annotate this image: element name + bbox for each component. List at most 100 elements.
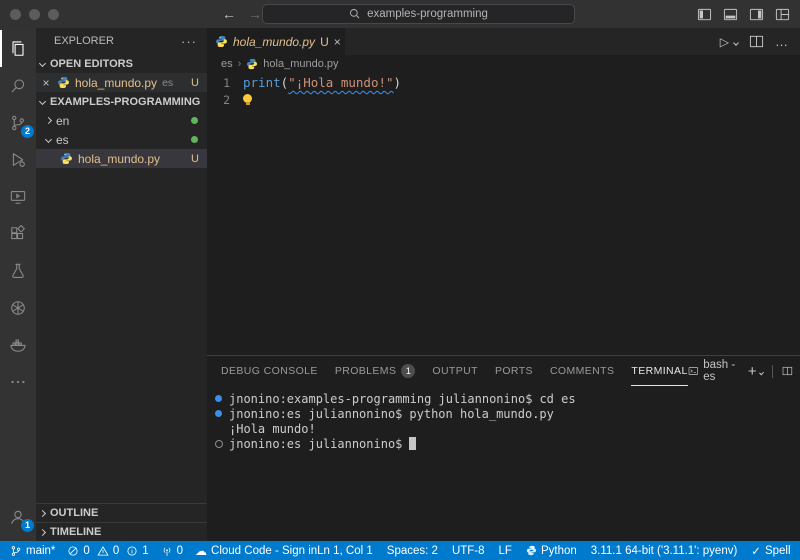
tree-file-hola-mundo[interactable]: hola_mundo.py U [36, 149, 207, 168]
terminal-profile-dropdown-icon[interactable] [758, 369, 764, 376]
python-interpreter-status[interactable]: 3.11.1 64-bit ('3.11.1': pyenv) [591, 545, 738, 557]
activity-source-control[interactable]: 2 [0, 104, 36, 141]
cloud-code-status[interactable]: ☁ Cloud Code - Sign in [195, 544, 317, 558]
toggle-secondary-sidebar-icon[interactable] [749, 7, 764, 22]
split-terminal-icon[interactable] [782, 364, 793, 378]
code-token-function: print [243, 75, 281, 90]
outline-section-header[interactable]: OUTLINE [36, 503, 207, 522]
terminal-actions: bash - es + … [688, 359, 800, 383]
customize-layout-icon[interactable] [775, 7, 790, 22]
minimize-window-button[interactable] [29, 9, 40, 20]
chevron-right-icon [38, 528, 47, 536]
terminal-command: cd es [539, 391, 576, 406]
new-terminal-button[interactable]: + [748, 363, 757, 380]
terminal-view[interactable]: jnonino:examples-programming juliannonin… [207, 386, 800, 541]
search-icon [350, 9, 360, 19]
command-center-text: examples-programming [367, 8, 488, 20]
git-changes-dot [191, 117, 198, 124]
timeline-section-header[interactable]: TIMELINE [36, 522, 207, 541]
tree-folder-es[interactable]: es [36, 130, 207, 149]
workbench: 2 1 EXPLORER ··· OPEN EDITORS × hola_mun… [0, 28, 800, 541]
git-branch-icon [11, 545, 21, 556]
sidebar-title: EXPLORER [54, 35, 114, 47]
git-branch-status[interactable]: main* [10, 545, 55, 557]
python-file-icon [216, 35, 227, 48]
chevron-down-icon [38, 97, 47, 106]
breadcrumb-separator: › [237, 58, 242, 70]
run-debug-icon [12, 152, 25, 167]
history-nav: ← → [222, 0, 262, 28]
tab-ports[interactable]: PORTS [495, 356, 533, 386]
tree-folder-en[interactable]: en [36, 111, 207, 130]
breadcrumb-file[interactable]: hola_mundo.py [263, 58, 338, 70]
open-editor-item[interactable]: × hola_mundo.py es U [36, 73, 207, 92]
eol-status[interactable]: LF [499, 545, 512, 557]
terminal-instance-picker[interactable]: bash - es [688, 359, 739, 383]
chevron-down-icon [44, 135, 53, 144]
activity-extensions[interactable] [0, 215, 36, 252]
indentation-status[interactable]: Spaces: 2 [387, 545, 438, 557]
git-status-decoration: U [191, 76, 199, 89]
language-mode-status[interactable]: Python [526, 545, 577, 557]
maximize-window-button[interactable] [48, 9, 59, 20]
activity-search[interactable] [0, 67, 36, 104]
close-editor-icon[interactable]: × [40, 76, 52, 90]
split-editor-icon[interactable] [749, 34, 764, 49]
close-tab-icon[interactable]: × [334, 35, 341, 49]
status-right: Ln 1, Col 1 Spaces: 2 UTF-8 LF Python 3.… [317, 544, 790, 558]
language-label: Python [540, 544, 577, 557]
tab-problems[interactable]: PROBLEMS 1 [335, 356, 416, 386]
activity-docker[interactable] [0, 326, 36, 363]
open-editors-section-header[interactable]: OPEN EDITORS [36, 54, 207, 73]
close-window-button[interactable] [10, 9, 21, 20]
bottom-panel: DEBUG CONSOLE PROBLEMS 1 OUTPUT PORTS CO… [207, 355, 800, 541]
run-dropdown-icon[interactable] [733, 40, 739, 46]
run-python-file-button[interactable]: ▷ [720, 35, 729, 49]
pending-command-dot-icon [215, 440, 229, 448]
activity-accounts[interactable]: 1 [0, 498, 36, 535]
spell-checker-status[interactable]: ✓ Spell [751, 544, 790, 558]
problems-status[interactable]: 0 0 1 [67, 545, 149, 557]
command-center-search[interactable]: examples-programming [262, 4, 575, 24]
code-token-punctuation: ( [280, 75, 289, 90]
more-icon [11, 380, 25, 383]
folder-name: en [56, 113, 70, 128]
workspace-root-header[interactable]: EXAMPLES-PROGRAMMING [36, 92, 207, 111]
chevron-right-icon [44, 116, 53, 125]
tab-comments[interactable]: COMMENTS [550, 356, 614, 386]
code-editor[interactable]: 1 print("¡Hola mundo!") 2 [207, 73, 800, 355]
ports-status[interactable]: 0 [161, 545, 183, 557]
open-editors-label: OPEN EDITORS [50, 57, 133, 70]
lightbulb-icon[interactable] [243, 93, 252, 105]
cursor-position-status[interactable]: Ln 1, Col 1 [317, 545, 373, 557]
tab-hola-mundo[interactable]: hola_mundo.py U × [207, 28, 345, 55]
toggle-panel-icon[interactable] [723, 7, 738, 22]
terminal-cursor [409, 437, 417, 450]
activity-run-debug[interactable] [0, 141, 36, 178]
python-file-icon [247, 58, 258, 70]
explorer-more-actions-button[interactable]: ··· [181, 34, 197, 49]
tab-filename: hola_mundo.py [233, 34, 316, 49]
tab-output[interactable]: OUTPUT [432, 356, 478, 386]
go-forward-button[interactable]: → [248, 6, 262, 22]
breadcrumb-folder[interactable]: es [221, 58, 233, 70]
tab-debug-console[interactable]: DEBUG CONSOLE [221, 356, 318, 386]
errors-icon [68, 545, 78, 556]
go-back-button[interactable]: ← [222, 6, 236, 22]
toggle-sidebar-icon[interactable] [697, 7, 712, 22]
activity-more[interactable] [0, 363, 36, 400]
python-file-icon [61, 152, 72, 165]
timeline-label: TIMELINE [50, 526, 102, 538]
activity-kubernetes[interactable] [0, 289, 36, 326]
activity-remote-explorer[interactable] [0, 178, 36, 215]
terminal-output: ¡Hola mundo! [229, 421, 316, 436]
encoding-status[interactable]: UTF-8 [452, 545, 485, 557]
activity-explorer[interactable] [0, 30, 36, 67]
tab-terminal[interactable]: TERMINAL [631, 356, 687, 386]
editor-more-actions-icon[interactable]: … [775, 35, 788, 48]
activity-testing[interactable] [0, 252, 36, 289]
window-controls [10, 9, 59, 20]
outline-label: OUTLINE [50, 507, 99, 519]
terminal-line: ¡Hola mundo! [215, 421, 800, 436]
terminal-icon [688, 367, 698, 375]
